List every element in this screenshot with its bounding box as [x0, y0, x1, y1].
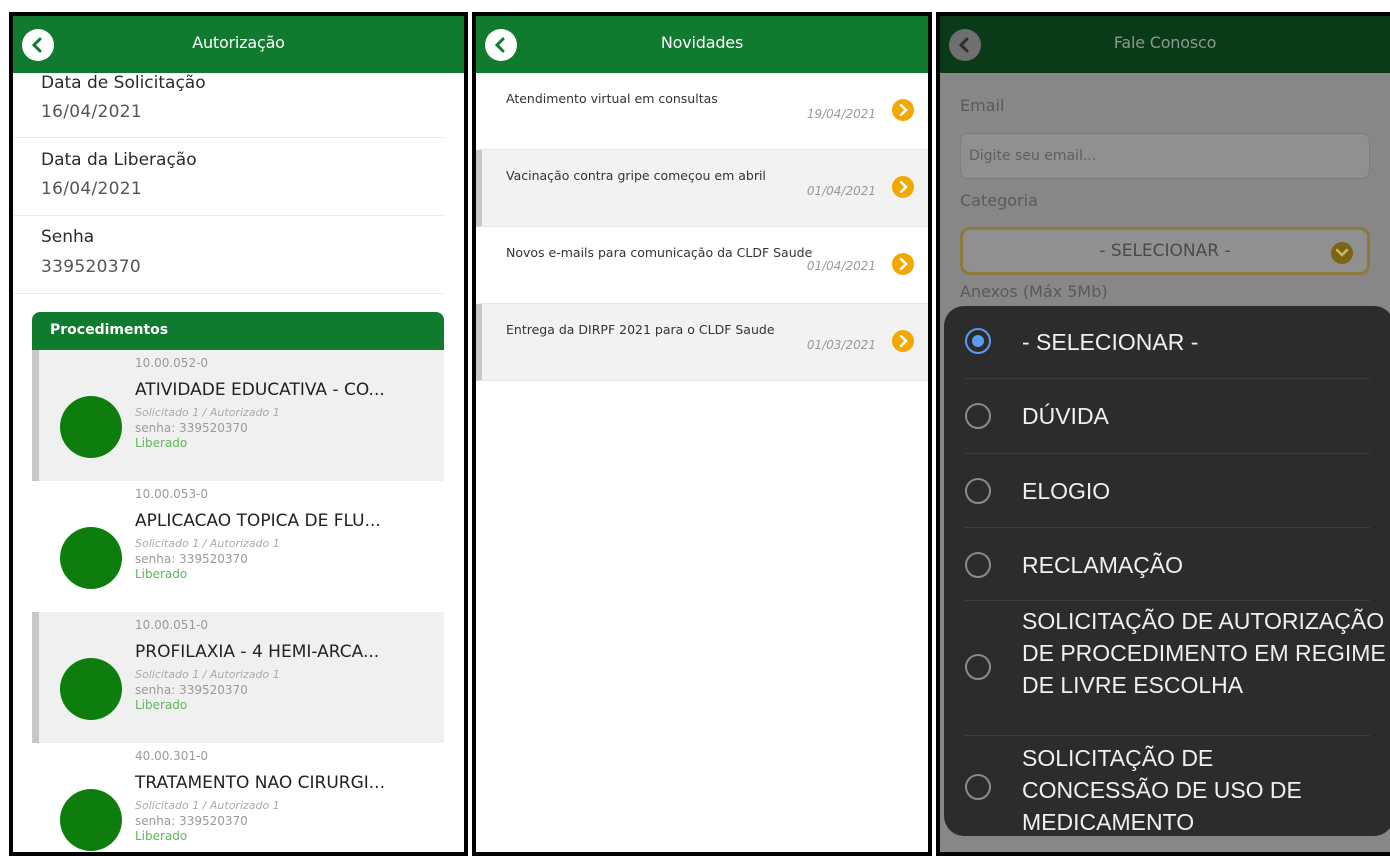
chevron-right-icon[interactable]	[892, 253, 914, 275]
procedure-item[interactable]: 10.00.053-0 APLICACAO TOPICA DE FLU... S…	[32, 481, 444, 612]
novidades-screen: Novidades Atendimento virtual em consult…	[472, 12, 932, 856]
option-solicitacao-medicamento[interactable]: SOLICITAÇÃO DE CONCESSÃO DE USO DE MEDIC…	[965, 736, 1370, 836]
option-label: RECLAMAÇÃO	[1022, 552, 1184, 578]
field-value: 339520370	[41, 257, 142, 277]
procedure-code: 10.00.051-0	[135, 618, 209, 632]
option-solicitacao-autorizacao[interactable]: SOLICITAÇÃO DE AUTORIZAÇÃO DE PROCEDIMEN…	[965, 601, 1386, 736]
field-senha: Senha 339520370	[13, 216, 444, 294]
status-circle-icon	[60, 396, 122, 458]
procedimentos-header: Procedimentos	[32, 312, 444, 350]
radio-unchecked-icon[interactable]	[965, 403, 991, 429]
field-data-solicitacao: Data de Solicitação 16/04/2021	[13, 73, 444, 138]
procedure-code: 10.00.052-0	[135, 356, 209, 370]
radio-unchecked-icon[interactable]	[965, 654, 991, 680]
news-date: 01/03/2021	[806, 338, 876, 352]
email-input[interactable]: Digite seu email...	[960, 133, 1370, 179]
status-circle-icon	[60, 789, 122, 851]
radio-checked-icon[interactable]	[965, 328, 991, 354]
procedure-status: Liberado	[135, 698, 188, 712]
anexos-label: Anexos (Máx 5Mb)	[960, 282, 1108, 301]
procedure-senha: senha: 339520370	[135, 683, 248, 697]
news-title: Novos e-mails para comunicação da CLDF S…	[506, 245, 813, 260]
chevron-right-icon[interactable]	[892, 330, 914, 352]
procedure-senha: senha: 339520370	[135, 814, 248, 828]
option-duvida[interactable]: DÚVIDA	[965, 379, 1370, 454]
procedure-status: Liberado	[135, 436, 188, 450]
procedure-item[interactable]: 40.00.301-0 TRATAMENTO NAO CIRURGI... So…	[32, 743, 444, 852]
news-title: Vacinação contra gripe começou em abril	[506, 168, 766, 183]
email-placeholder: Digite seu email...	[969, 148, 1097, 164]
procedure-code: 40.00.301-0	[135, 749, 209, 763]
option-elogio[interactable]: ELOGIO	[965, 454, 1370, 528]
option-reclamacao[interactable]: RECLAMAÇÃO	[965, 528, 1370, 601]
news-item[interactable]: Atendimento virtual em consultas 19/04/2…	[476, 73, 928, 150]
field-value: 16/04/2021	[41, 102, 142, 122]
field-label: Senha	[41, 227, 95, 247]
option-label: SOLICITAÇÃO DE CONCESSÃO DE USO DE MEDIC…	[1022, 745, 1302, 835]
chevron-right-icon[interactable]	[892, 99, 914, 121]
procedure-senha: senha: 339520370	[135, 421, 248, 435]
field-label: Data da Liberação	[41, 150, 197, 170]
news-date: 19/04/2021	[806, 107, 876, 121]
app-header: Autorização	[13, 16, 464, 73]
page-title: Autorização	[192, 33, 285, 52]
chevron-down-icon	[1331, 242, 1353, 264]
news-item[interactable]: Novos e-mails para comunicação da CLDF S…	[476, 227, 928, 304]
autorizacao-screen: Autorização Data de Solicitação 16/04/20…	[9, 12, 468, 856]
procedure-item[interactable]: 10.00.052-0 ATIVIDADE EDUCATIVA - CO... …	[32, 350, 444, 481]
news-date: 01/04/2021	[806, 259, 876, 273]
news-item[interactable]: Entrega da DIRPF 2021 para o CLDF Saude …	[476, 304, 928, 381]
app-header: Novidades	[476, 16, 928, 73]
option-label: ELOGIO	[1022, 478, 1111, 504]
app-header: Fale Conosco	[940, 16, 1390, 73]
news-title: Entrega da DIRPF 2021 para o CLDF Saude	[506, 322, 775, 337]
procedure-name: APLICACAO TOPICA DE FLU...	[135, 511, 381, 531]
option-selecionar[interactable]: - SELECIONAR -	[965, 306, 1370, 379]
status-circle-icon	[60, 658, 122, 720]
procedure-status: Liberado	[135, 567, 188, 581]
categoria-select[interactable]: - SELECIONAR -	[960, 227, 1370, 275]
procedure-name: PROFILAXIA - 4 HEMI-ARCA...	[135, 642, 380, 662]
section-title: Procedimentos	[50, 322, 169, 338]
email-label: Email	[960, 96, 1005, 115]
categoria-label: Categoria	[960, 191, 1038, 210]
page-title: Novidades	[660, 33, 744, 52]
procedure-senha: senha: 339520370	[135, 552, 248, 566]
procedure-quantity: Solicitado 1 / Autorizado 1	[135, 799, 280, 812]
procedure-quantity: Solicitado 1 / Autorizado 1	[135, 406, 280, 419]
select-value: - SELECIONAR -	[1099, 241, 1231, 261]
field-label: Data de Solicitação	[41, 73, 206, 93]
procedure-code: 10.00.053-0	[135, 487, 209, 501]
field-value: 16/04/2021	[41, 179, 142, 199]
option-label: - SELECIONAR -	[1022, 329, 1199, 355]
field-data-liberacao: Data da Liberação 16/04/2021	[13, 138, 444, 216]
option-label: DÚVIDA	[1022, 403, 1109, 429]
categoria-options-sheet: - SELECIONAR - DÚVIDA ELOGIO RECLAMAÇÃO …	[944, 306, 1390, 836]
chevron-right-icon[interactable]	[892, 176, 914, 198]
page-title: Fale Conosco	[1113, 33, 1217, 52]
procedure-item[interactable]: 10.00.051-0 PROFILAXIA - 4 HEMI-ARCA... …	[32, 612, 444, 743]
procedure-status: Liberado	[135, 829, 188, 843]
procedure-quantity: Solicitado 1 / Autorizado 1	[135, 537, 280, 550]
procedure-name: TRATAMENTO NAO CIRURGI...	[135, 773, 385, 793]
radio-unchecked-icon[interactable]	[965, 478, 991, 504]
procedure-name: ATIVIDADE EDUCATIVA - CO...	[135, 380, 385, 400]
radio-unchecked-icon[interactable]	[965, 774, 991, 800]
procedure-quantity: Solicitado 1 / Autorizado 1	[135, 668, 280, 681]
radio-unchecked-icon[interactable]	[965, 552, 991, 578]
option-label: SOLICITAÇÃO DE AUTORIZAÇÃO DE PROCEDIMEN…	[1022, 608, 1386, 698]
news-title: Atendimento virtual em consultas	[506, 91, 718, 106]
news-date: 01/04/2021	[806, 184, 876, 198]
status-circle-icon	[60, 527, 122, 589]
fale-conosco-screen: Fale Conosco Email Digite seu email... C…	[936, 12, 1390, 856]
news-item[interactable]: Vacinação contra gripe começou em abril …	[476, 150, 928, 227]
